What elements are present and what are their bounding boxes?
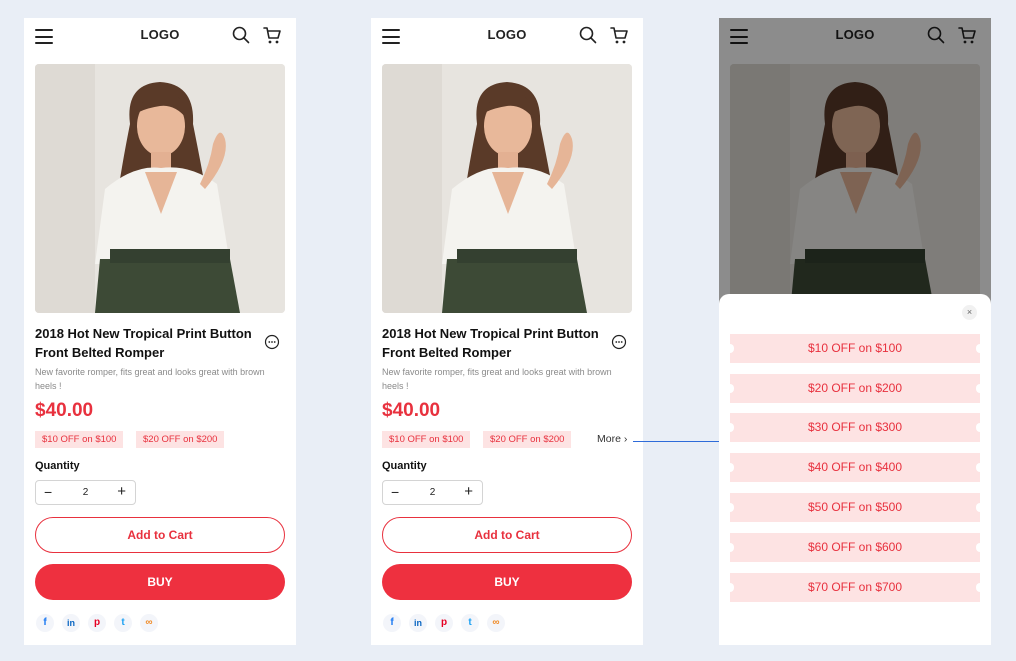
- sheet-coupon-item[interactable]: $40 OFF on $400: [726, 453, 984, 482]
- product-screen-default: LOGO 2018 Hot New Tropical Print Button …: [24, 18, 296, 645]
- add-to-cart-button[interactable]: Add to Cart: [35, 517, 285, 553]
- cart-icon[interactable]: [262, 25, 282, 45]
- chat-icon[interactable]: [264, 334, 280, 350]
- coupon-label: $10 OFF on $100: [807, 341, 903, 355]
- facebook-icon[interactable]: f: [36, 614, 54, 632]
- logo[interactable]: LOGO: [24, 27, 296, 42]
- logo[interactable]: LOGO: [371, 27, 643, 42]
- sheet-coupon-item[interactable]: $30 OFF on $300: [726, 413, 984, 442]
- quantity-increase-button[interactable]: +: [464, 483, 473, 500]
- product-photo[interactable]: [35, 64, 285, 313]
- product-photo[interactable]: [382, 64, 632, 313]
- link-icon[interactable]: ∞: [140, 614, 158, 632]
- product-title: 2018 Hot New Tropical Print Button Front…: [35, 326, 252, 360]
- quantity-label: Quantity: [35, 460, 80, 472]
- add-to-cart-button[interactable]: Add to Cart: [382, 517, 632, 553]
- product-description: New favorite romper, fits great and look…: [382, 367, 612, 391]
- coupon-label: $30 OFF on $300: [807, 420, 903, 434]
- pinterest-icon[interactable]: p: [88, 614, 106, 632]
- quantity-label: Quantity: [382, 460, 427, 472]
- chat-icon[interactable]: [611, 334, 627, 350]
- buy-button[interactable]: BUY: [382, 564, 632, 600]
- buy-button[interactable]: BUY: [35, 564, 285, 600]
- coupon-label: $20 OFF on $200: [807, 381, 903, 395]
- coupon-tag[interactable]: $10 OFF on $100: [35, 431, 124, 448]
- quantity-stepper: − 2 +: [35, 480, 136, 505]
- top-bar: LOGO: [24, 18, 296, 54]
- more-coupons-link[interactable]: More ›: [597, 433, 627, 445]
- product-title: 2018 Hot New Tropical Print Button Front…: [382, 326, 599, 360]
- product-screen-with-more: LOGO 2018 Hot New Tropical Print Button …: [371, 18, 643, 645]
- coupon-label: $70 OFF on $700: [807, 580, 903, 594]
- quantity-stepper: − 2 +: [382, 480, 483, 505]
- sheet-coupon-item[interactable]: $10 OFF on $100: [726, 334, 984, 363]
- product-screen-coupon-sheet: LOGO × $10 OFF on $100 $20 OFF on $200 $…: [719, 18, 991, 645]
- cart-icon[interactable]: [609, 25, 629, 45]
- linkedin-icon[interactable]: in: [409, 614, 427, 632]
- twitter-icon[interactable]: t: [461, 614, 479, 632]
- facebook-icon[interactable]: f: [383, 614, 401, 632]
- product-price: $40.00: [382, 400, 441, 421]
- sheet-coupon-item[interactable]: $70 OFF on $700: [726, 573, 984, 602]
- search-icon[interactable]: [232, 26, 250, 44]
- product-price: $40.00: [35, 400, 94, 421]
- annotation-connector-line: [633, 441, 727, 442]
- sheet-coupon-item[interactable]: $60 OFF on $600: [726, 533, 984, 562]
- sheet-coupon-item[interactable]: $50 OFF on $500: [726, 493, 984, 522]
- linkedin-icon[interactable]: in: [62, 614, 80, 632]
- pinterest-icon[interactable]: p: [435, 614, 453, 632]
- coupon-tag[interactable]: $20 OFF on $200: [136, 431, 225, 448]
- quantity-increase-button[interactable]: +: [117, 483, 126, 500]
- coupon-tag[interactable]: $10 OFF on $100: [382, 431, 471, 448]
- twitter-icon[interactable]: t: [114, 614, 132, 632]
- sheet-coupon-item[interactable]: $20 OFF on $200: [726, 374, 984, 403]
- coupon-label: $60 OFF on $600: [807, 540, 903, 554]
- product-description: New favorite romper, fits great and look…: [35, 367, 265, 391]
- link-icon[interactable]: ∞: [487, 614, 505, 632]
- close-icon[interactable]: ×: [962, 305, 977, 320]
- coupon-label: $40 OFF on $400: [807, 460, 903, 474]
- coupon-bottom-sheet: × $10 OFF on $100 $20 OFF on $200 $30 OF…: [719, 294, 991, 645]
- coupon-label: $50 OFF on $500: [807, 500, 903, 514]
- coupon-tag[interactable]: $20 OFF on $200: [483, 431, 572, 448]
- search-icon[interactable]: [579, 26, 597, 44]
- top-bar: LOGO: [371, 18, 643, 54]
